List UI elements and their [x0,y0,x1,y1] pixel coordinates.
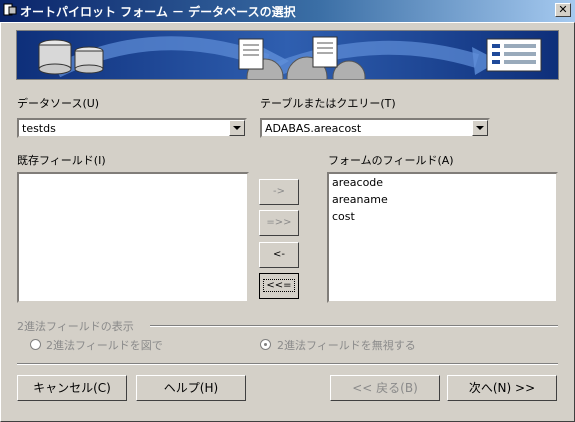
table-label: テーブルまたはクエリー(T) [260,97,396,110]
database-icon [38,39,104,75]
table-combo[interactable]: ADABAS.areacost [260,118,490,138]
title-bar[interactable]: オートパイロット フォーム － データベースの選択 ✕ [0,0,575,22]
existing-fields-list[interactable] [17,172,249,303]
form-icon [486,38,542,72]
datasource-dropdown-button[interactable] [229,120,245,136]
list-item[interactable]: areaname [329,191,556,208]
close-button[interactable]: ✕ [555,3,571,17]
binary-ignore-radio[interactable] [260,339,271,350]
binary-ignore-option-label: 2進法フィールドを無視する [277,339,416,352]
binary-fields-group-label: 2進法フィールドの表示 [17,320,134,333]
form-fields-list[interactable]: areacode areaname cost [327,172,558,303]
next-button[interactable]: 次へ(N) >> [447,375,557,401]
add-all-fields-button[interactable]: =>> [259,210,299,236]
table-dropdown-button[interactable] [472,120,488,136]
binary-image-radio[interactable] [30,339,41,350]
datasource-combo[interactable]: testds [17,118,247,138]
remove-field-button[interactable]: <- [259,242,299,268]
wizard-banner [16,30,559,80]
gear-icon [246,56,366,79]
datasource-value: testds [22,122,56,135]
cancel-button[interactable]: キャンセル(C) [17,375,127,401]
footer-separator [17,363,558,365]
add-field-button[interactable]: -> [259,179,299,205]
help-button[interactable]: ヘルプ(H) [136,375,246,401]
back-button[interactable]: << 戻る(B) [330,375,440,401]
window-icon [3,3,17,16]
existing-fields-label: 既存フィールド(I) [17,154,106,167]
close-icon: ✕ [558,3,568,16]
window-title: オートパイロット フォーム － データベースの選択 [20,5,296,19]
table-value: ADABAS.areacost [265,122,362,135]
remove-all-fields-button[interactable]: <<= [259,273,299,299]
list-item[interactable]: areacode [329,174,556,191]
form-fields-label: フォームのフィールド(A) [328,154,454,167]
datasource-label: データソース(U) [17,97,100,110]
banner-graphic [38,36,542,79]
list-item[interactable]: cost [329,208,556,225]
group-separator [150,325,558,327]
remove-all-fields-label: <<= [263,279,295,292]
binary-image-option-label: 2進法フィールドを図で [46,339,163,352]
